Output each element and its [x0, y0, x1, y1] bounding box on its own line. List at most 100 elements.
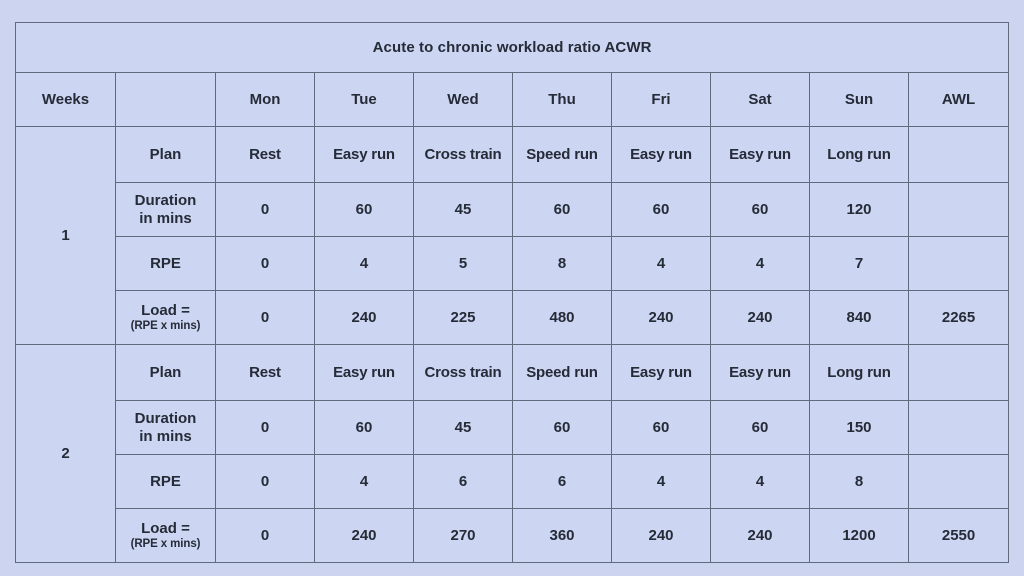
cell-w2-load-mon: 0 — [215, 508, 315, 563]
cell-w2-load-thu: 360 — [512, 508, 612, 563]
row-label-load: Load = (RPE x mins) — [115, 290, 216, 345]
cell-w2-load-fri: 240 — [611, 508, 711, 563]
cell-w2-plan-mon: Rest — [215, 344, 315, 401]
acwr-table: Acute to chronic workload ratio ACWR Wee… — [14, 22, 1010, 563]
cell-w1-duration-sat: 60 — [710, 182, 810, 237]
row-label-load-main: Load = — [141, 301, 190, 319]
cell-w1-duration-tue: 60 — [314, 182, 414, 237]
cell-w1-load-fri: 240 — [611, 290, 711, 345]
cell-w2-plan-thu: Speed run — [512, 344, 612, 401]
cell-w2-awl-total: 2550 — [907, 508, 1010, 563]
row-label-duration: Duration in mins — [115, 400, 216, 455]
column-header-sun: Sun — [809, 72, 909, 127]
cell-w1-duration-fri: 60 — [611, 182, 711, 237]
row-label-duration: Duration in mins — [115, 182, 216, 237]
cell-w1-duration-sun: 120 — [809, 182, 909, 237]
cell-w2-load-sat: 240 — [710, 508, 810, 563]
cell-w1-rpe-sat: 4 — [710, 236, 810, 291]
cell-w1-plan-fri: Easy run — [611, 126, 711, 183]
cell-w1-rpe-thu: 8 — [512, 236, 612, 291]
column-header-metric — [115, 72, 216, 127]
cell-w2-rpe-tue: 4 — [314, 454, 414, 509]
cell-w1-duration-mon: 0 — [215, 182, 315, 237]
cell-w1-load-mon: 0 — [215, 290, 315, 345]
cell-w2-duration-tue: 60 — [314, 400, 414, 455]
cell-w2-load-tue: 240 — [314, 508, 414, 563]
cell-w2-rpe-mon: 0 — [215, 454, 315, 509]
cell-w1-rpe-sun: 7 — [809, 236, 909, 291]
title-row: Acute to chronic workload ratio ACWR — [14, 22, 1010, 73]
table-header-row: Weeks Mon Tue Wed Thu Fri Sat Sun AWL — [15, 72, 1010, 127]
row-label-duration-line2: in mins — [139, 427, 192, 445]
cell-w2-load-wed: 270 — [413, 508, 513, 563]
column-header-sat: Sat — [710, 72, 810, 127]
row-label-duration-line1: Duration — [134, 409, 197, 427]
cell-w2-duration-thu: 60 — [512, 400, 612, 455]
cell-w2-plan-sun: Long run — [809, 344, 909, 401]
table-row: Load = (RPE x mins) 0 240 270 360 240 24… — [16, 508, 1010, 563]
cell-w1-awl-plan — [907, 126, 1010, 183]
cell-w2-duration-sun: 150 — [809, 400, 909, 455]
table-row: Duration in mins 0 60 45 60 60 60 150 — [16, 400, 1010, 455]
cell-w1-plan-thu: Speed run — [512, 126, 612, 183]
cell-w2-plan-sat: Easy run — [710, 344, 810, 401]
week-number-1: 1 — [15, 126, 116, 345]
cell-w1-duration-thu: 60 — [512, 182, 612, 237]
column-header-thu: Thu — [512, 72, 612, 127]
column-header-tue: Tue — [314, 72, 414, 127]
week-number-2: 2 — [15, 344, 116, 563]
cell-w2-duration-mon: 0 — [215, 400, 315, 455]
row-label-plan: Plan — [115, 126, 216, 183]
cell-w1-rpe-tue: 4 — [314, 236, 414, 291]
cell-w1-awl-rpe — [907, 236, 1010, 291]
cell-w2-plan-wed: Cross train — [413, 344, 513, 401]
cell-w1-rpe-wed: 5 — [413, 236, 513, 291]
row-label-duration-line1: Duration — [134, 191, 197, 209]
row-label-plan: Plan — [115, 344, 216, 401]
cell-w1-awl-duration — [907, 182, 1010, 237]
cell-w1-plan-wed: Cross train — [413, 126, 513, 183]
cell-w1-plan-mon: Rest — [215, 126, 315, 183]
cell-w2-rpe-thu: 6 — [512, 454, 612, 509]
cell-w1-load-thu: 480 — [512, 290, 612, 345]
cell-w2-rpe-sun: 8 — [809, 454, 909, 509]
cell-w1-rpe-mon: 0 — [215, 236, 315, 291]
table-row: RPE 0 4 6 6 4 4 8 — [16, 454, 1010, 509]
cell-w1-plan-tue: Easy run — [314, 126, 414, 183]
cell-w2-plan-tue: Easy run — [314, 344, 414, 401]
row-label-rpe: RPE — [115, 454, 216, 509]
cell-w1-load-tue: 240 — [314, 290, 414, 345]
cell-w1-load-sun: 840 — [809, 290, 909, 345]
table-row: Load = (RPE x mins) 0 240 225 480 240 24… — [16, 290, 1010, 345]
column-header-mon: Mon — [215, 72, 315, 127]
cell-w2-rpe-wed: 6 — [413, 454, 513, 509]
acwr-sheet: Acute to chronic workload ratio ACWR Wee… — [14, 22, 1010, 563]
cell-w1-load-sat: 240 — [710, 290, 810, 345]
column-header-awl: AWL — [907, 72, 1010, 127]
table-row: Duration in mins 0 60 45 60 60 60 120 — [16, 182, 1010, 237]
column-header-wed: Wed — [413, 72, 513, 127]
page-title: Acute to chronic workload ratio ACWR — [14, 22, 1010, 73]
row-label-load-sub: (RPE x mins) — [130, 537, 201, 550]
table-row: 1 Plan Rest Easy run Cross train Speed r… — [15, 126, 1010, 345]
cell-w1-plan-sat: Easy run — [710, 126, 810, 183]
cell-w2-duration-sat: 60 — [710, 400, 810, 455]
cell-w2-rpe-fri: 4 — [611, 454, 711, 509]
cell-w1-plan-sun: Long run — [809, 126, 909, 183]
cell-w2-awl-duration — [907, 400, 1010, 455]
column-header-fri: Fri — [611, 72, 711, 127]
cell-w2-awl-rpe — [907, 454, 1010, 509]
table-row: RPE 0 4 5 8 4 4 7 — [16, 236, 1010, 291]
row-label-duration-line2: in mins — [139, 209, 192, 227]
cell-w1-awl-total: 2265 — [907, 290, 1010, 345]
cell-w2-plan-fri: Easy run — [611, 344, 711, 401]
column-header-weeks: Weeks — [15, 72, 116, 127]
cell-w1-duration-wed: 45 — [413, 182, 513, 237]
row-label-rpe: RPE — [115, 236, 216, 291]
cell-w1-rpe-fri: 4 — [611, 236, 711, 291]
table-row: 2 Plan Rest Easy run Cross train Speed r… — [15, 344, 1010, 563]
row-label-load-main: Load = — [141, 519, 190, 537]
cell-w2-load-sun: 1200 — [809, 508, 909, 563]
row-label-load: Load = (RPE x mins) — [115, 508, 216, 563]
cell-w2-duration-fri: 60 — [611, 400, 711, 455]
